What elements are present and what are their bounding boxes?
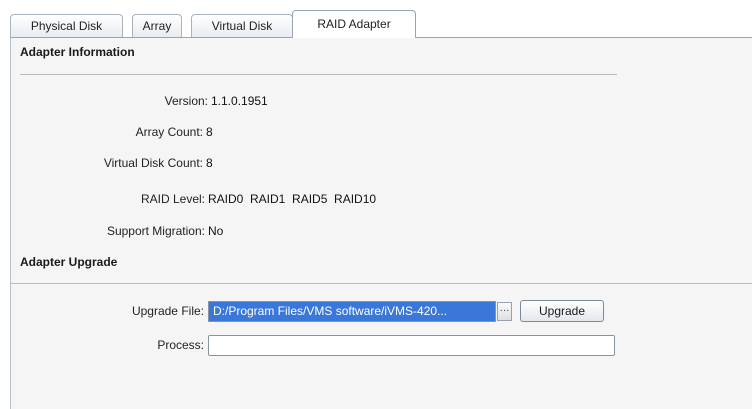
raid-adapter-window: Physical Disk Array Virtual Disk RAID Ad…	[0, 0, 752, 409]
tab-virtual-disk[interactable]: Virtual Disk	[191, 14, 293, 37]
upgrade-file-label: Upgrade File:	[131, 304, 204, 318]
adapter-upgrade-header: Adapter Upgrade	[20, 255, 118, 269]
browse-button[interactable]: ···	[497, 302, 512, 321]
raid-level-label: RAID Level:	[140, 192, 205, 206]
tab-bar: Physical Disk Array Virtual Disk RAID Ad…	[10, 10, 752, 38]
version-label: Version:	[164, 94, 208, 108]
array-count-label: Array Count:	[135, 125, 203, 139]
array-count-value: 8	[206, 125, 213, 139]
tab-array[interactable]: Array	[132, 14, 182, 37]
tab-physical-disk[interactable]: Physical Disk	[10, 14, 123, 37]
upgrade-button[interactable]: Upgrade	[520, 300, 604, 322]
virtual-disk-count-label: Virtual Disk Count:	[103, 156, 203, 170]
upgrade-file-field[interactable]: D:/Program Files/VMS software/iVMS-420..…	[208, 301, 496, 322]
version-row: Version: 1.1.0.1951	[11, 93, 268, 109]
virtual-disk-count-row: Virtual Disk Count: 8	[11, 155, 213, 171]
process-field[interactable]	[208, 335, 615, 356]
version-value: 1.1.0.1951	[211, 94, 268, 108]
tab-raid-adapter[interactable]: RAID Adapter	[292, 10, 416, 38]
raid-level-value: RAID0 RAID1 RAID5 RAID10	[208, 192, 377, 206]
support-migration-value: No	[208, 224, 224, 238]
raid-level-row: RAID Level: RAID0 RAID1 RAID5 RAID10	[11, 191, 376, 207]
adapter-information-header: Adapter Information	[20, 45, 135, 59]
section-divider	[20, 74, 617, 75]
array-count-row: Array Count: 8	[11, 124, 213, 140]
raid-adapter-panel: Adapter Information Version: 1.1.0.1951 …	[10, 37, 752, 409]
support-migration-label: Support Migration:	[106, 224, 205, 238]
process-label: Process:	[157, 338, 204, 352]
virtual-disk-count-value: 8	[206, 156, 213, 170]
section-divider	[11, 283, 752, 284]
support-migration-row: Support Migration: No	[11, 223, 223, 239]
